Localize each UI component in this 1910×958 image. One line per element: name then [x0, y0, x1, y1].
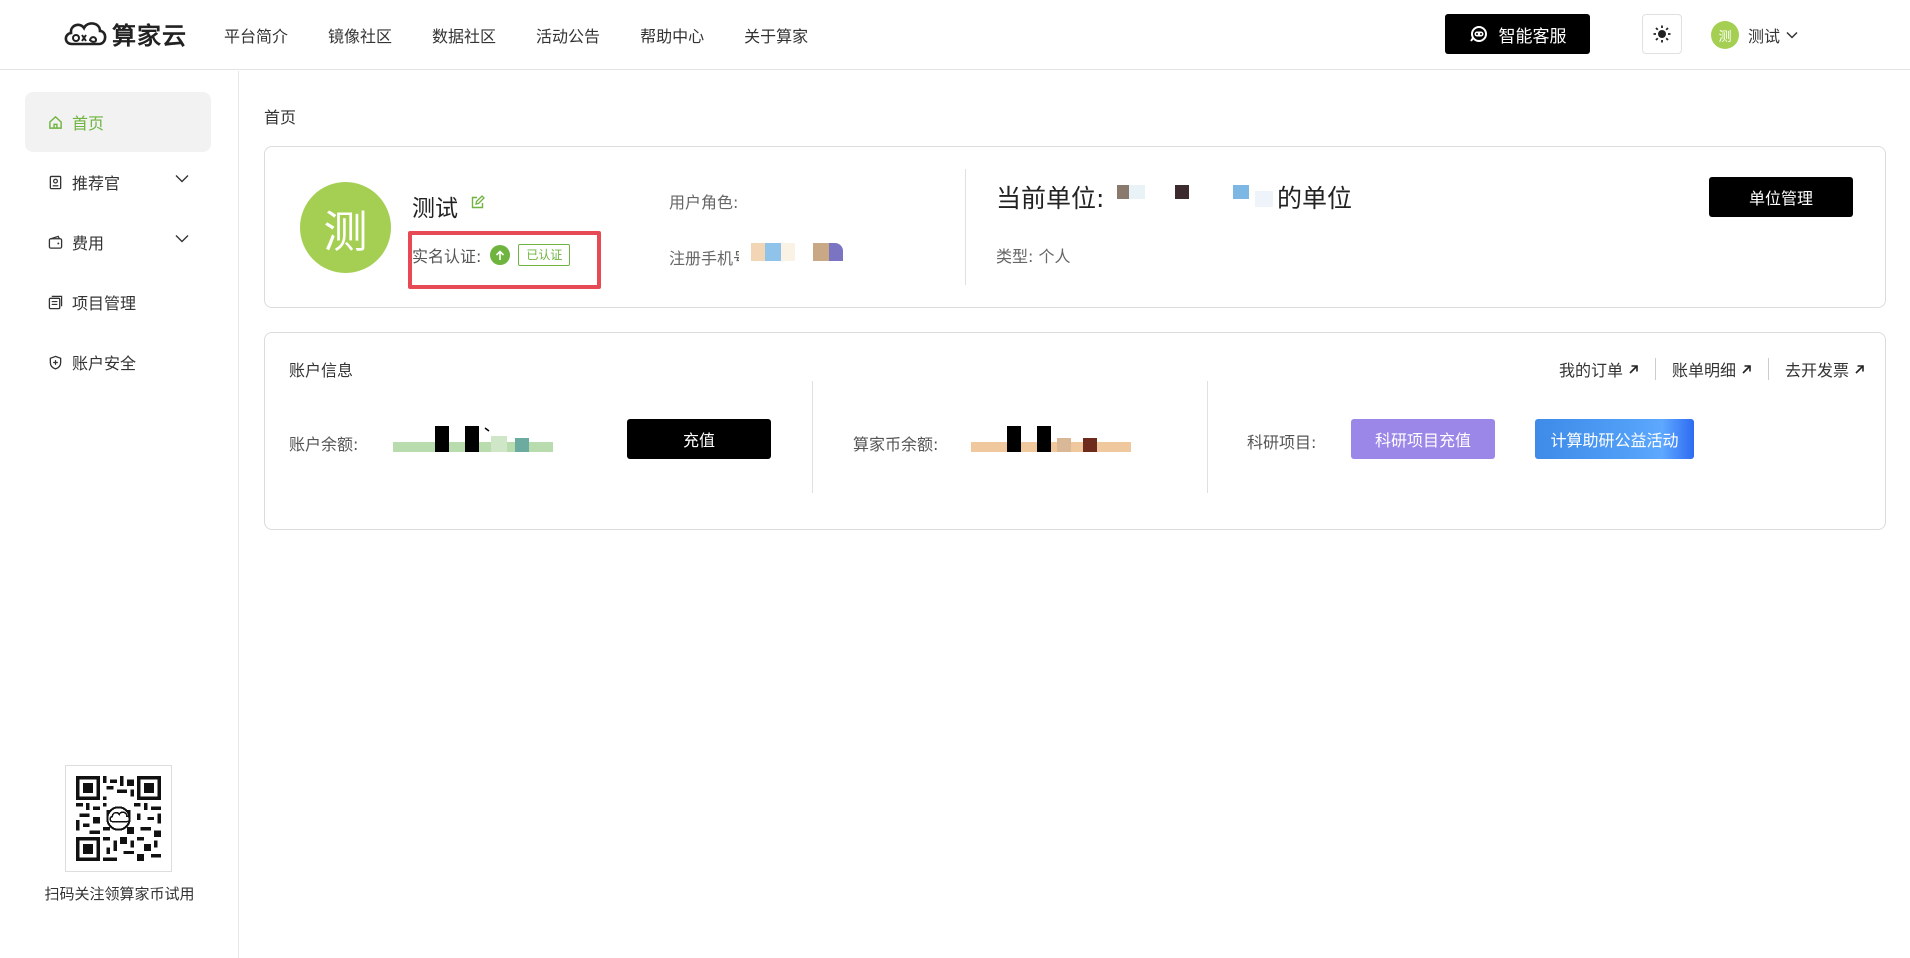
- sun-icon: [1653, 25, 1671, 43]
- wechat-qr-code: [65, 765, 172, 872]
- bill-details-label: 账单明细: [1671, 361, 1736, 380]
- account-title: 账户信息: [289, 361, 354, 380]
- unit-manage-button[interactable]: 单位管理: [1709, 177, 1853, 217]
- link-divider: [1654, 358, 1656, 380]
- user-avatar: 测: [1711, 21, 1739, 49]
- badge-icon: [47, 174, 63, 190]
- sidebar-item-label: 推荐官: [72, 174, 121, 193]
- project-icon: [47, 294, 63, 310]
- phone-label: 注册手机号: [669, 249, 739, 268]
- unit-suffix: 的单位: [1277, 184, 1353, 213]
- account-divider: [812, 381, 813, 493]
- phone-redacted: [751, 243, 843, 261]
- nav-data-community[interactable]: 数据社区: [432, 23, 496, 47]
- sidebar-item-home[interactable]: 首页: [25, 92, 211, 152]
- unit-type-value: 个人: [1038, 247, 1071, 266]
- external-arrow-icon: [1629, 364, 1638, 374]
- public-activity-button[interactable]: 计算助研公益活动: [1535, 419, 1694, 459]
- bill-details-link[interactable]: 账单明细: [1672, 357, 1752, 381]
- nav-image-community[interactable]: 镜像社区: [328, 23, 392, 47]
- sidebar-item-label: 费用: [72, 234, 105, 253]
- account-card: 账户信息 我的订单 账单明细 去开发票 账户余额: 充值 算家币余额: 科研项目…: [264, 332, 1886, 530]
- account-links: 我的订单 账单明细 去开发票: [1559, 357, 1865, 381]
- brand-logo[interactable]: 算家云: [62, 13, 187, 53]
- nav-help-center[interactable]: 帮助中心: [640, 23, 704, 47]
- invoice-label: 去开发票: [1784, 361, 1849, 380]
- highlight-annotation-box: [408, 231, 601, 289]
- chevron-down-icon: [1786, 31, 1798, 39]
- sidebar-item-projects[interactable]: 项目管理: [25, 272, 211, 332]
- balance-redacted: [393, 426, 553, 452]
- shield-icon: [47, 354, 63, 370]
- theme-toggle-button[interactable]: [1642, 14, 1682, 54]
- qr-caption: 扫码关注领算家币试用: [44, 885, 195, 903]
- user-name: 测试: [1748, 27, 1781, 46]
- coin-balance-label: 算家币余额:: [853, 435, 939, 454]
- unit-type-label: 类型:: [996, 247, 1034, 266]
- brand-name: 算家云: [112, 21, 187, 50]
- current-unit-label: 当前单位:: [996, 184, 1105, 213]
- user-menu[interactable]: 测 测试: [1711, 20, 1798, 50]
- home-icon: [47, 114, 63, 130]
- main-nav: 平台简介 镜像社区 数据社区 活动公告 帮助中心 关于算家: [224, 0, 848, 70]
- smart-customer-service-button[interactable]: 智能客服: [1445, 14, 1590, 54]
- edit-icon[interactable]: [471, 195, 485, 209]
- link-divider: [1767, 358, 1769, 380]
- nav-announcements[interactable]: 活动公告: [536, 23, 600, 47]
- my-orders-link[interactable]: 我的订单: [1559, 357, 1639, 381]
- profile-divider: [965, 169, 966, 285]
- sidebar: 首页 推荐官 费用 项目管理 账户安全 扫码关注领算家币试用: [0, 71, 239, 958]
- user-role-label: 用户角色:: [669, 193, 739, 212]
- sidebar-item-fees[interactable]: 费用: [25, 212, 211, 272]
- coin-balance-redacted: [971, 426, 1131, 452]
- research-recharge-button[interactable]: 科研项目充值: [1351, 419, 1495, 459]
- nav-platform-intro[interactable]: 平台简介: [224, 23, 288, 47]
- profile-name: 测试: [412, 196, 458, 222]
- balance-label: 账户余额:: [289, 435, 359, 454]
- top-header: 算家云 平台简介 镜像社区 数据社区 活动公告 帮助中心 关于算家 智能客服 测…: [0, 0, 1910, 70]
- sidebar-item-security[interactable]: 账户安全: [25, 332, 211, 392]
- profile-card: 测 测试 实名认证: 已认证 用户角色: 注册手机号 当前单位: 的单位 类型:…: [264, 146, 1886, 308]
- qr-code-icon: [76, 776, 161, 861]
- nav-about[interactable]: 关于算家: [744, 23, 808, 47]
- research-label: 科研项目:: [1247, 433, 1317, 452]
- recharge-button[interactable]: 充值: [627, 419, 771, 459]
- my-orders-label: 我的订单: [1558, 361, 1623, 380]
- smart-cs-icon: [1469, 26, 1487, 42]
- sidebar-item-recommender[interactable]: 推荐官: [25, 152, 211, 212]
- chevron-down-icon: [175, 235, 189, 243]
- sidebar-item-label: 账户安全: [72, 354, 137, 373]
- breadcrumb: 首页: [264, 108, 297, 127]
- chevron-down-icon: [175, 175, 189, 183]
- external-arrow-icon: [1855, 364, 1864, 374]
- sidebar-item-label: 项目管理: [72, 294, 137, 313]
- cloud-logo-icon: [64, 22, 107, 46]
- wallet-icon: [47, 234, 63, 250]
- smart-customer-service-label: 智能客服: [1498, 26, 1567, 47]
- external-arrow-icon: [1742, 364, 1751, 374]
- invoice-link[interactable]: 去开发票: [1785, 357, 1865, 381]
- profile-avatar: 测: [300, 182, 391, 273]
- account-divider: [1207, 381, 1208, 493]
- sidebar-item-label: 首页: [72, 114, 105, 133]
- unit-type: 类型: 个人: [996, 243, 1071, 267]
